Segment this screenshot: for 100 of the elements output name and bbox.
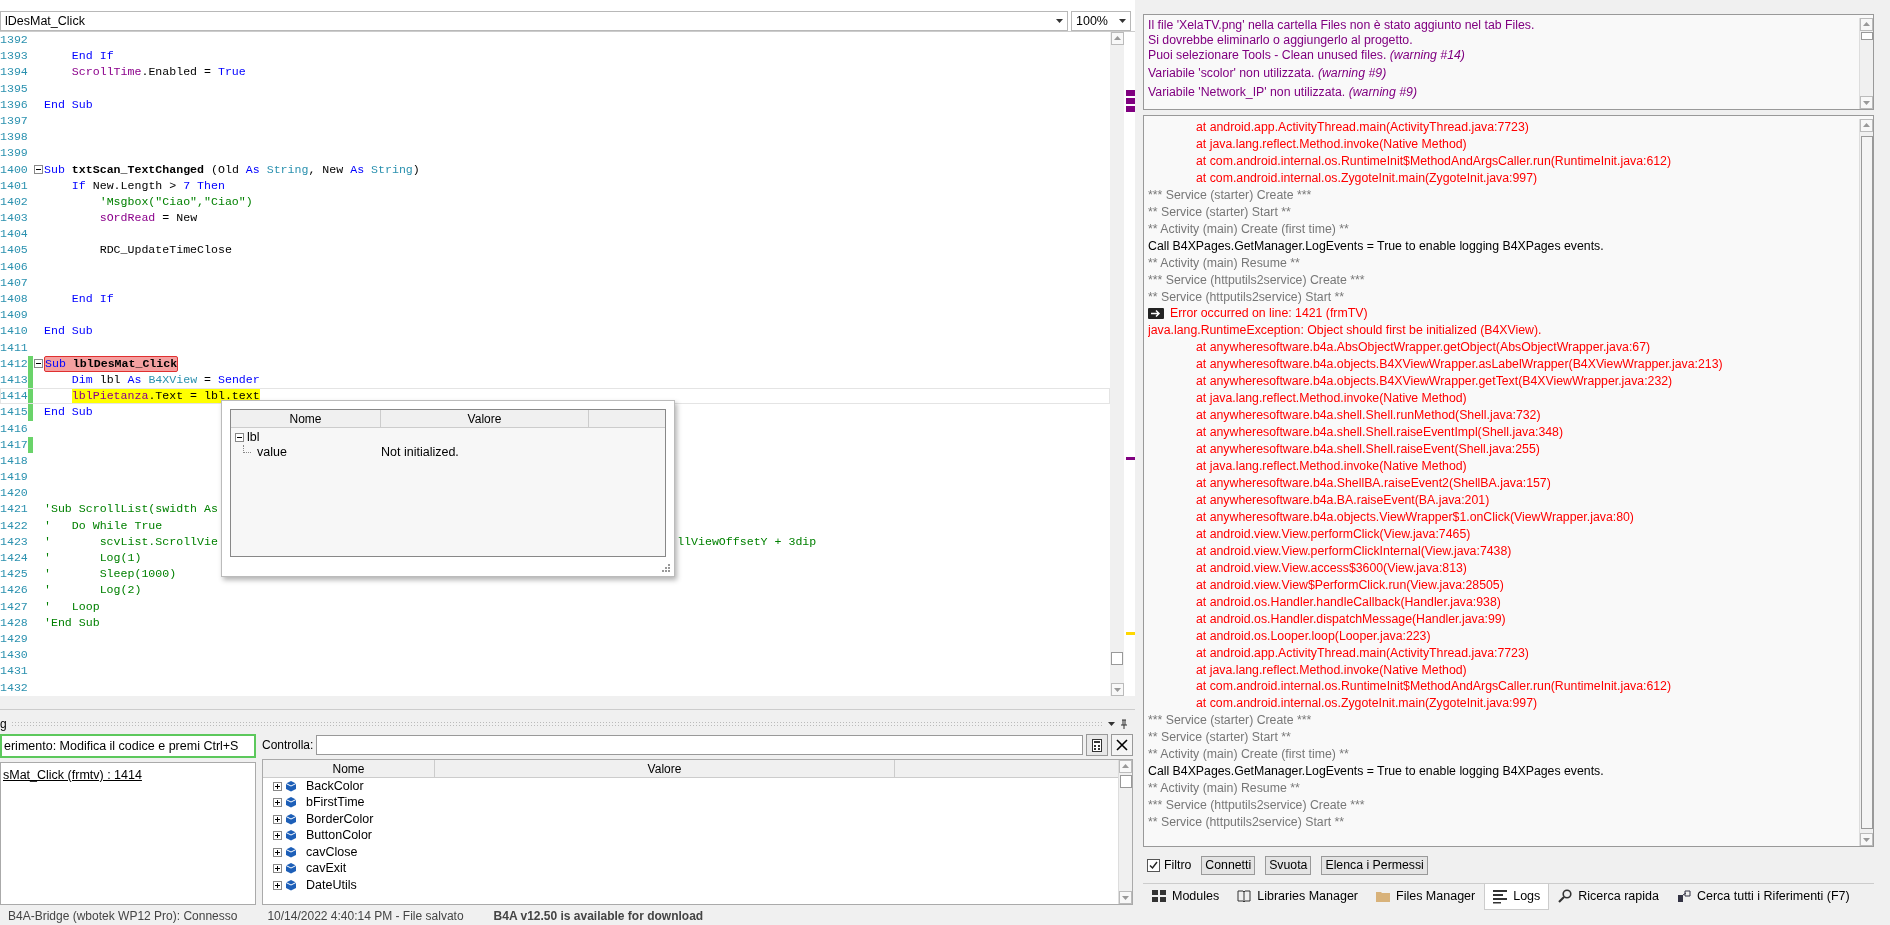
code-token: sOrdRead xyxy=(99,210,156,227)
panel-tab[interactable]: Modules xyxy=(1143,883,1229,910)
scroll-thumb[interactable] xyxy=(1119,775,1132,788)
log-line: at android.app.ActivityThread.main(ActivityThread.java:7723) xyxy=(1195,644,1530,662)
search-icon xyxy=(1558,889,1573,904)
log-line: at java.lang.reflect.Method.invoke(Native Method) xyxy=(1195,390,1468,408)
line-number: 1417 xyxy=(0,436,28,453)
scroll-marker xyxy=(1126,457,1135,460)
scroll-down-icon[interactable] xyxy=(1860,833,1873,846)
watch-field[interactable] xyxy=(316,735,1083,755)
reference-icon xyxy=(1676,889,1691,904)
expand-icon[interactable] xyxy=(273,781,282,791)
horizontal-scroll-bar[interactable] xyxy=(0,696,1135,710)
code-token: Sender xyxy=(218,371,260,388)
warning-message[interactable]: Variabile 'Network_IP' non utilizzata. (warning #9) xyxy=(1148,85,1859,100)
panel-tab[interactable]: Logs xyxy=(1484,883,1550,910)
stack-link[interactable]: sMat_Click (frmtv) : 1414 xyxy=(3,768,142,782)
column-header[interactable]: Nome xyxy=(231,410,381,427)
collapse-icon[interactable] xyxy=(235,432,244,442)
line-number: 1428 xyxy=(0,614,28,631)
scroll-thumb[interactable] xyxy=(1111,652,1123,665)
calculator-button[interactable] xyxy=(1086,734,1108,756)
warning-message[interactable]: Puoi selezionare Tools - Clean unused files. (warning #14) xyxy=(1148,47,1859,63)
panel-title: g xyxy=(0,716,7,733)
scroll-up-icon[interactable] xyxy=(1119,760,1132,773)
column-header[interactable]: Nome xyxy=(263,760,435,777)
code-token: New.Length > xyxy=(92,177,178,194)
panel-tab[interactable]: Cerca tutti i Riferimenti (F7) xyxy=(1667,883,1859,910)
line-number: 1395 xyxy=(0,80,28,97)
collapse-icon[interactable] xyxy=(34,165,43,175)
log-button[interactable]: Connetti xyxy=(1201,855,1256,875)
code-token: ' Do While True xyxy=(44,517,163,534)
collapse-icon[interactable] xyxy=(34,359,43,369)
panel-tab[interactable]: Libraries Manager xyxy=(1228,883,1367,910)
tree-item[interactable]: lbl xyxy=(247,427,260,447)
sub-selector[interactable]: lDesMat_Click xyxy=(0,11,1068,31)
log-line: at anywheresoftware.b4a.objects.B4XViewWrapper.asLabelWrapper(B4XViewWrapper.java:213) xyxy=(1195,356,1724,374)
expand-icon[interactable] xyxy=(273,864,282,874)
scroll-bar[interactable] xyxy=(1859,18,1873,109)
log-line: java.lang.RuntimeException: Object should first be initialized (B4XView). xyxy=(1148,322,1543,340)
scroll-down-icon[interactable] xyxy=(1860,96,1873,109)
log-line: at java.lang.reflect.Method.invoke(Native Method) xyxy=(1195,135,1468,153)
warning-message[interactable]: Il file 'XelaTV.png' nella cartella Files non è stato aggiunto nel tab Files. xyxy=(1148,18,1859,33)
code-token: , New xyxy=(308,161,345,178)
expand-icon[interactable] xyxy=(273,880,282,890)
line-number: 1431 xyxy=(0,663,28,680)
scroll-marker xyxy=(1126,632,1135,635)
log-line: ** Service (starter) Start ** xyxy=(1148,203,1292,221)
column-header[interactable]: Valore xyxy=(381,410,589,427)
log-line: Error occurred on line: 1421 (frmTV) xyxy=(1170,305,1368,323)
close-button[interactable] xyxy=(1111,734,1133,756)
log-line: at android.os.Handler.dispatchMessage(Handler.java:99) xyxy=(1195,610,1507,628)
line-number: 1401 xyxy=(0,177,28,194)
tree-item[interactable]: value xyxy=(257,442,381,462)
code-token: As xyxy=(127,371,143,388)
checkbox[interactable] xyxy=(1147,858,1160,872)
column-header[interactable]: Valore xyxy=(435,760,895,777)
dropdown-icon[interactable] xyxy=(1056,19,1063,23)
code-token: = xyxy=(204,371,213,388)
scroll-bar[interactable] xyxy=(1118,760,1132,904)
code-token: llViewOffsetY + 3dip xyxy=(677,533,817,550)
log-line: at com.android.internal.os.ZygoteInit.main(ZygoteInit.java:997) xyxy=(1195,169,1539,187)
code-token: ' Log(2) xyxy=(44,582,142,599)
scroll-up-icon[interactable] xyxy=(1860,119,1873,132)
variable-name[interactable]: BackColor xyxy=(306,776,364,796)
line-number: 1422 xyxy=(0,517,28,534)
expand-icon[interactable] xyxy=(273,831,282,841)
panel-tab[interactable]: Files Manager xyxy=(1367,883,1485,910)
expand-icon[interactable] xyxy=(273,814,282,824)
warning-message[interactable]: Si dovrebbe eliminarlo o aggiungerlo al progetto. xyxy=(1148,32,1859,48)
zoom-selector[interactable]: 100% xyxy=(1071,11,1131,31)
panel-tab[interactable]: Ricerca rapida xyxy=(1549,883,1668,910)
scroll-thumb[interactable] xyxy=(1860,32,1873,40)
resize-grip-icon[interactable] xyxy=(662,564,670,572)
dropdown-icon[interactable] xyxy=(1108,722,1115,726)
log-button[interactable]: Svuota xyxy=(1265,855,1312,875)
dropdown-icon[interactable] xyxy=(1119,19,1126,23)
log-line: at com.android.internal.os.ZygoteInit.main(ZygoteInit.java:997) xyxy=(1195,695,1539,713)
scroll-down-icon[interactable] xyxy=(1119,891,1132,904)
scroll-marker xyxy=(1126,106,1135,112)
log-line: at anywheresoftware.b4a.shell.Shell.raiseEvent(Shell.java:255) xyxy=(1195,441,1541,459)
line-number: 1414 xyxy=(0,388,28,405)
scroll-up-icon[interactable] xyxy=(1860,18,1873,31)
warning-message[interactable]: Variabile 'scolor' non utilizzata. (warning #9) xyxy=(1148,66,1859,82)
code-token: End Sub xyxy=(44,323,93,340)
expand-icon[interactable] xyxy=(273,847,282,857)
expand-icon[interactable] xyxy=(273,798,282,808)
log-line: Call B4XPages.GetManager.LogEvents = True to enable logging B4XPages events. xyxy=(1148,237,1605,255)
scroll-bar[interactable] xyxy=(1110,32,1124,696)
log-button[interactable]: Elenca i Permessi xyxy=(1321,855,1428,875)
log-line: at android.view.View.performClickInternal(View.java:7438) xyxy=(1195,542,1513,560)
code-token: lblPietanza xyxy=(71,389,149,403)
checkbox-label: Filtro xyxy=(1164,856,1192,874)
scroll-up-icon[interactable] xyxy=(1110,32,1124,45)
scroll-down-icon[interactable] xyxy=(1110,683,1124,696)
log-line: ** Activity (main) Resume ** xyxy=(1148,254,1301,272)
code-token: ' Loop xyxy=(44,598,100,615)
pin-icon[interactable] xyxy=(1119,718,1129,730)
code-token: String xyxy=(266,161,309,178)
log-line: at anywheresoftware.b4a.objects.ViewWrapper$1.onClick(ViewWrapper.java:80) xyxy=(1195,508,1635,526)
